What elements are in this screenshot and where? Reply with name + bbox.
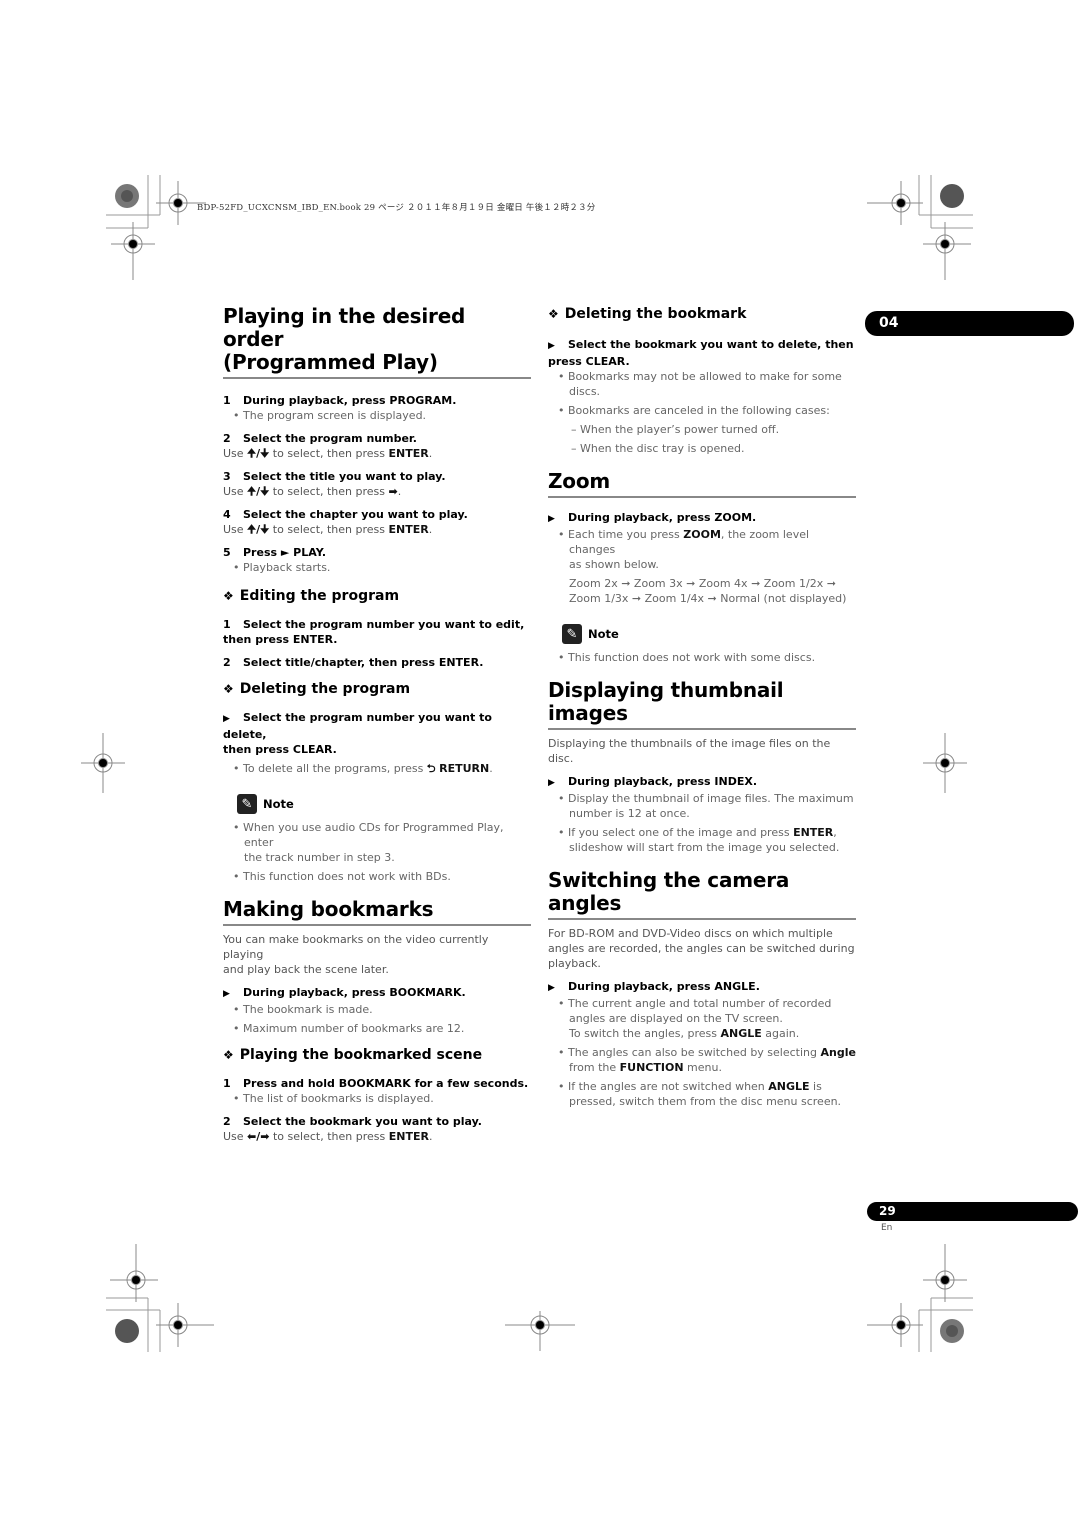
triangle-icon: ▶ xyxy=(548,983,555,993)
left-column: Playing in the desired order (Programmed… xyxy=(223,305,531,1144)
step: 1 During playback, press PROGRAM. xyxy=(223,394,457,407)
step: 3 Select the title you want to play. xyxy=(223,470,446,483)
instruction: Use 🠉/🠋 to select, then press ENTER. xyxy=(223,523,433,536)
step: ▶ During playback, press BOOKMARK. xyxy=(223,985,531,1002)
bullet: • To delete all the programs, press ⮌ RE… xyxy=(233,762,493,775)
note-heading: ✎ Note xyxy=(562,624,856,644)
left-right-arrow-icon: ⬅/➡ xyxy=(247,1130,270,1143)
up-down-arrow-icon: 🠉/🠋 xyxy=(247,447,270,460)
bullet: • If the angles are not switched when AN… xyxy=(558,1080,842,1108)
step: ▶ Select the program number you want to d… xyxy=(223,711,492,756)
bullet: • Bookmarks may not be allowed to make f… xyxy=(558,370,842,398)
dash-item: – When the player’s power turned off. xyxy=(571,423,780,436)
intro-text: You can make bookmarks on the video curr… xyxy=(223,933,489,976)
diamond-icon: ❖ xyxy=(223,1048,234,1062)
triangle-icon: ▶ xyxy=(548,514,555,524)
section-title-thumbnails: Displaying thumbnail images xyxy=(548,679,856,730)
step: 2 Select the bookmark you want to play. xyxy=(223,1115,482,1128)
triangle-icon: ▶ xyxy=(223,714,230,724)
print-header: BDP-52FD_UCXCNSM_IBD_EN.book 29 ページ ２０１１… xyxy=(197,203,596,213)
step: ▶ During playback, press ZOOM. xyxy=(548,510,856,527)
section-title-making-bookmarks: Making bookmarks xyxy=(223,898,531,926)
dash-item: – When the disc tray is opened. xyxy=(571,442,745,455)
bullet: • Bookmarks are canceled in the followin… xyxy=(558,404,830,417)
bullet: • The program screen is displayed. xyxy=(233,409,427,422)
crop-marks xyxy=(81,175,973,1352)
intro-text: For BD-ROM and DVD-Video discs on which … xyxy=(548,927,855,970)
triangle-icon: ▶ xyxy=(548,778,555,788)
instruction: Use 🠉/🠋 to select, then press ➡. xyxy=(223,485,402,498)
right-arrow-icon: ➡ xyxy=(388,485,398,498)
subsection-title-editing: ❖ Editing the program xyxy=(223,588,400,604)
pencil-icon: ✎ xyxy=(237,794,257,814)
note-heading: ✎ Note xyxy=(237,794,531,814)
section-title-camera-angles: Switching the camera angles xyxy=(548,869,856,920)
pencil-icon: ✎ xyxy=(562,624,582,644)
triangle-icon: ▶ xyxy=(548,341,555,351)
bullet: • Each time you press ZOOM, the zoom lev… xyxy=(558,528,810,571)
up-down-arrow-icon: 🠉/🠋 xyxy=(247,523,270,536)
chapter-number: 04 xyxy=(879,315,899,331)
diamond-icon: ❖ xyxy=(548,307,559,321)
step: 1 Select the program number you want to e… xyxy=(223,618,525,646)
bullet: • This function does not work with some … xyxy=(558,651,816,664)
subsection-title-deleting-bookmark: ❖ Deleting the bookmark xyxy=(548,306,747,322)
triangle-icon: ▶ xyxy=(223,989,230,999)
bullet: • Maximum number of bookmarks are 12. xyxy=(233,1022,465,1035)
intro-text: Displaying the thumbnails of the image f… xyxy=(548,737,831,765)
up-down-arrow-icon: 🠉/🠋 xyxy=(247,485,270,498)
zoom-sequence: Zoom 2x ➞ Zoom 3x ➞ Zoom 4x ➞ Zoom 1/2x … xyxy=(569,577,847,605)
diamond-icon: ❖ xyxy=(223,682,234,696)
right-column: ❖ Deleting the bookmark ▶ Select the bookm… xyxy=(548,305,856,1109)
bullet: • The bookmark is made. xyxy=(233,1003,373,1016)
bullet: • Playback starts. xyxy=(233,561,331,574)
page-number-bar: 29 xyxy=(867,1202,1078,1221)
return-icon: ⮌ xyxy=(426,762,436,775)
diamond-icon: ❖ xyxy=(223,589,234,603)
subsection-title-playing-bookmarked: ❖ Playing the bookmarked scene xyxy=(223,1047,483,1063)
bullet: • When you use audio CDs for Programmed … xyxy=(233,821,504,864)
section-title-programmed-play: Playing in the desired order (Programmed… xyxy=(223,305,531,379)
chapter-tab: 04 xyxy=(865,311,1074,336)
bullet: • The angles can also be switched by sel… xyxy=(558,1046,856,1074)
language-label: En xyxy=(881,1223,893,1233)
bullet: • Display the thumbnail of image files. … xyxy=(558,792,854,820)
page-number: 29 xyxy=(879,1204,896,1218)
bullet: • This function does not work with BDs. xyxy=(233,870,451,883)
step: ▶ During playback, press INDEX. xyxy=(548,774,856,791)
subsection-title-deleting-program: ❖ Deleting the program xyxy=(223,681,411,697)
section-title-zoom: Zoom xyxy=(548,470,856,498)
bullet: • The current angle and total number of … xyxy=(558,997,832,1040)
bullet: • If you select one of the image and pre… xyxy=(558,826,840,854)
step: 2 Select title/chapter, then press ENTER. xyxy=(223,656,484,669)
step: 1 Press and hold BOOKMARK for a few secon… xyxy=(223,1077,529,1090)
step: 2 Select the program number. xyxy=(223,432,417,445)
bullet: • The list of bookmarks is displayed. xyxy=(233,1092,434,1105)
step: ▶ During playback, press ANGLE. xyxy=(548,979,856,996)
step: 4 Select the chapter you want to play. xyxy=(223,508,468,521)
step: ▶ Select the bookmark you want to delete,… xyxy=(548,338,854,368)
instruction: Use 🠉/🠋 to select, then press ENTER. xyxy=(223,447,433,460)
instruction: Use ⬅/➡ to select, then press ENTER. xyxy=(223,1130,433,1143)
step: 5 Press ► PLAY. xyxy=(223,546,327,559)
